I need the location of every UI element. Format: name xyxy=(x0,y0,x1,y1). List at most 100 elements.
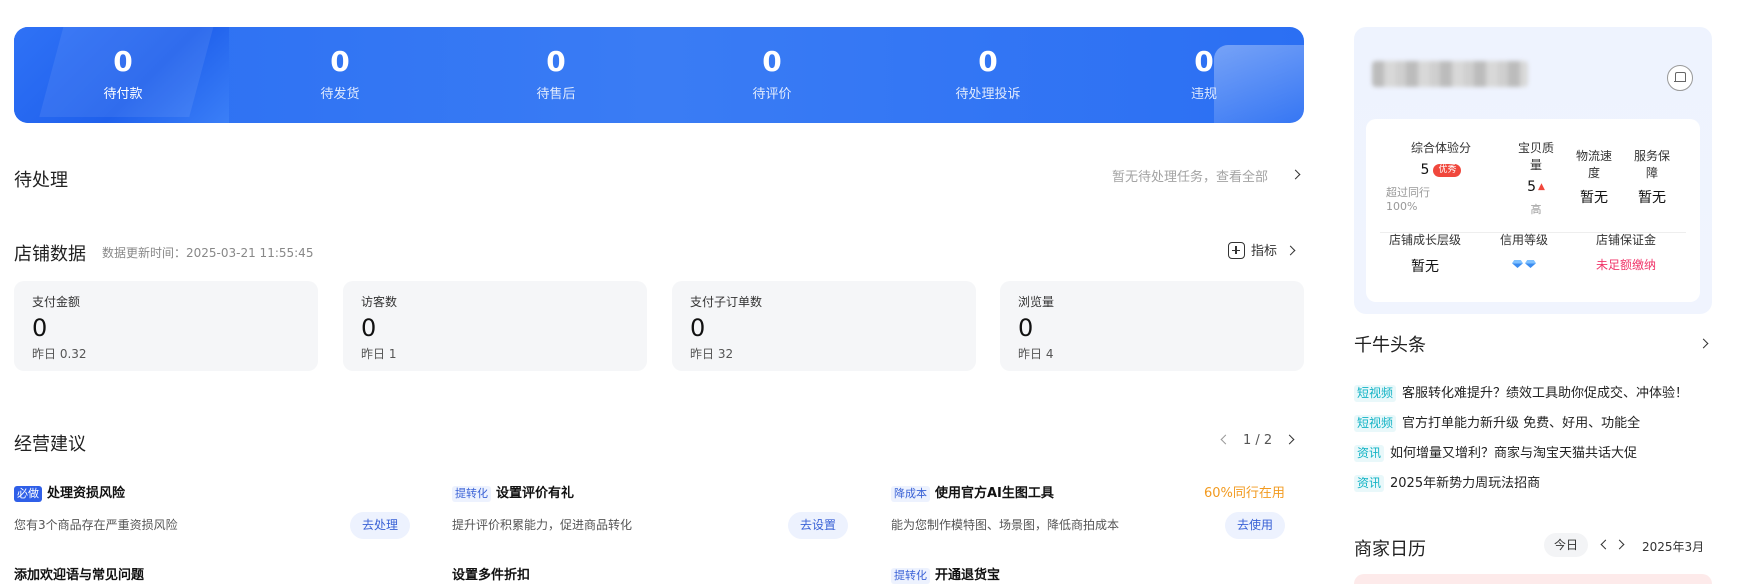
stat-label: 待付款 xyxy=(103,87,143,102)
suggestion-tag: 降成本 xyxy=(891,486,930,502)
stat-count: 0 xyxy=(978,45,998,78)
suggestion-item: 设置多件折扣 xyxy=(452,564,852,583)
stat-label: 待评价 xyxy=(752,87,792,102)
calendar-event-bar xyxy=(1354,574,1712,584)
suggestion-tag: 提转化 xyxy=(891,568,930,584)
stat-label: 待发货 xyxy=(320,87,360,102)
stat-label: 待处理投诉 xyxy=(955,87,1021,102)
experience-score[interactable]: 综合体验分 5 优秀 超过同行 100% xyxy=(1386,139,1496,213)
stat-pending-review[interactable]: 0 待评价 xyxy=(692,45,852,103)
logistics-label: 物流速度 xyxy=(1575,149,1612,180)
shop-panel: 综合体验分 5 优秀 超过同行 100% 宝贝质量 5 ▲ 高 物流速度 暂无 服务… xyxy=(1354,27,1712,314)
metric-card-paid-suborders[interactable]: 支付子订单数 0 昨日 32 xyxy=(672,281,976,371)
news-text: 如何增量又增利？商家与淘宝天猫共话大促 xyxy=(1390,446,1638,461)
stat-count: 0 xyxy=(546,45,566,78)
growth-label: 店铺成长层级 xyxy=(1388,233,1461,247)
use-button[interactable]: 去使用 xyxy=(1225,512,1286,539)
metric-yesterday: 昨日 4 xyxy=(1018,347,1054,361)
suggestion-title: 设置评价有礼 xyxy=(496,486,575,501)
suggestions-title: 经营建议 xyxy=(14,434,86,455)
setup-button[interactable]: 去设置 xyxy=(788,512,849,539)
metric-yesterday: 昨日 0.32 xyxy=(32,347,87,361)
stat-label: 违规 xyxy=(1190,87,1217,102)
peer-compare-label: 超过同行 xyxy=(1386,186,1430,199)
diamond-icon xyxy=(1512,260,1523,268)
up-arrow-icon: ▲ xyxy=(1538,182,1545,192)
stat-pending-complaints[interactable]: 0 待处理投诉 xyxy=(908,45,1068,103)
suggestion-title: 添加欢迎语与常见问题 xyxy=(14,568,145,583)
suggestion-item: 降成本 使用官方AI生图工具 60%同行在用 能为您制作模特图、场景图，降低商拍成… xyxy=(891,482,1291,539)
logistics-value: 暂无 xyxy=(1580,190,1608,206)
chevron-right-icon[interactable] xyxy=(1614,539,1625,550)
news-item[interactable]: 短视频 客服转化难提升？绩效工具助你促成交、冲体验！ xyxy=(1354,382,1688,402)
news-title: 千牛头条 xyxy=(1354,335,1426,356)
calendar-month: 2025年3月 xyxy=(1642,540,1705,554)
order-status-banner xyxy=(14,27,1304,123)
metric-value: 0 xyxy=(32,314,48,342)
stat-pending-aftersale[interactable]: 0 待售后 xyxy=(476,45,636,103)
shop-data-title: 店铺数据 xyxy=(14,244,86,265)
stat-count: 0 xyxy=(330,45,350,78)
shop-name-blurred xyxy=(1372,61,1528,87)
item-quality-score[interactable]: 宝贝质量 5 ▲ 高 xyxy=(1514,139,1558,217)
suggestion-title: 使用官方AI生图工具 xyxy=(935,486,1054,501)
metrics-button[interactable]: 指标 xyxy=(1228,240,1296,259)
shop-icon[interactable] xyxy=(1667,65,1693,91)
metric-label: 支付金额 xyxy=(32,295,81,309)
calendar-title: 商家日历 xyxy=(1354,539,1426,560)
chevron-left-icon[interactable] xyxy=(1600,539,1611,550)
deposit-label: 店铺保证金 xyxy=(1595,233,1656,247)
experience-label: 综合体验分 xyxy=(1410,141,1471,155)
todo-view-all-link[interactable]: 暂无待处理任务，查看全部 xyxy=(1112,166,1301,185)
peer-usage-label: 60%同行在用 xyxy=(1204,486,1285,501)
chevron-right-icon[interactable] xyxy=(1698,338,1709,349)
metric-label: 浏览量 xyxy=(1018,295,1055,309)
stat-count: 0 xyxy=(1194,45,1214,78)
stat-count: 0 xyxy=(762,45,782,78)
stat-violations[interactable]: 0 违规 xyxy=(1124,45,1284,103)
chevron-right-icon[interactable] xyxy=(1284,434,1295,445)
suggestion-item: 必做 处理资损风险 您有3个商品存在严重资损风险 去处理 xyxy=(14,482,414,539)
add-square-icon xyxy=(1228,242,1245,259)
credit-level[interactable]: 信用等级 xyxy=(1474,231,1574,272)
suggestion-item: 提转化 设置评价有礼 提升评价积累能力，促进商品转化 去设置 xyxy=(452,482,852,539)
shop-score-card: 综合体验分 5 优秀 超过同行 100% 宝贝质量 5 ▲ 高 物流速度 暂无 服务… xyxy=(1366,119,1700,302)
metric-yesterday: 昨日 32 xyxy=(690,347,734,361)
news-tag: 短视频 xyxy=(1354,415,1397,432)
news-item[interactable]: 资讯 如何增量又增利？商家与淘宝天猫共话大促 xyxy=(1354,442,1637,462)
news-item[interactable]: 资讯 2025年新势力周玩法招商 xyxy=(1354,472,1540,492)
metrics-label: 指标 xyxy=(1251,244,1278,259)
service-value: 暂无 xyxy=(1638,190,1666,206)
deposit-value: 未足额缴纳 xyxy=(1595,258,1656,272)
chevron-left-icon[interactable] xyxy=(1220,434,1231,445)
news-item[interactable]: 短视频 官方打单能力新升级 免费、好用、功能全 xyxy=(1354,412,1640,432)
suggestion-title: 处理资损风险 xyxy=(47,486,126,501)
excellent-badge: 优秀 xyxy=(1433,164,1462,177)
news-tag: 资讯 xyxy=(1354,445,1385,462)
news-text: 2025年新势力周玩法招商 xyxy=(1390,476,1541,491)
todo-title: 待处理 xyxy=(14,170,68,191)
handle-button[interactable]: 去处理 xyxy=(350,512,411,539)
service-label: 服务保障 xyxy=(1633,149,1670,180)
stat-pending-payment[interactable]: 0 待付款 xyxy=(43,47,203,103)
news-text: 客服转化难提升？绩效工具助你促成交、冲体验！ xyxy=(1402,386,1689,401)
service-guarantee-score[interactable]: 服务保障 暂无 xyxy=(1630,147,1674,207)
suggestion-item: 添加欢迎语与常见问题 xyxy=(14,564,414,583)
news-tag: 资讯 xyxy=(1354,475,1385,492)
metric-card-visitors[interactable]: 访客数 0 昨日 1 xyxy=(343,281,647,371)
shop-deposit[interactable]: 店铺保证金 未足额缴纳 xyxy=(1576,231,1676,273)
stat-label: 待售后 xyxy=(536,87,576,102)
quality-value: 5 xyxy=(1527,179,1536,195)
metric-value: 0 xyxy=(690,314,706,342)
metric-card-payment-amount[interactable]: 支付金额 0 昨日 0.32 xyxy=(14,281,318,371)
logistics-speed-score[interactable]: 物流速度 暂无 xyxy=(1572,147,1616,207)
chevron-right-icon xyxy=(1285,245,1296,256)
suggestion-title: 设置多件折扣 xyxy=(452,568,531,583)
quality-level: 高 xyxy=(1530,203,1542,216)
stat-pending-shipment[interactable]: 0 待发货 xyxy=(260,45,420,103)
today-button[interactable]: 今日 xyxy=(1544,533,1588,557)
news-text: 官方打单能力新升级 免费、好用、功能全 xyxy=(1402,416,1641,431)
page-indicator: 1 / 2 xyxy=(1243,433,1273,448)
shop-growth-level[interactable]: 店铺成长层级 暂无 xyxy=(1375,231,1475,276)
metric-card-page-views[interactable]: 浏览量 0 昨日 4 xyxy=(1000,281,1304,371)
